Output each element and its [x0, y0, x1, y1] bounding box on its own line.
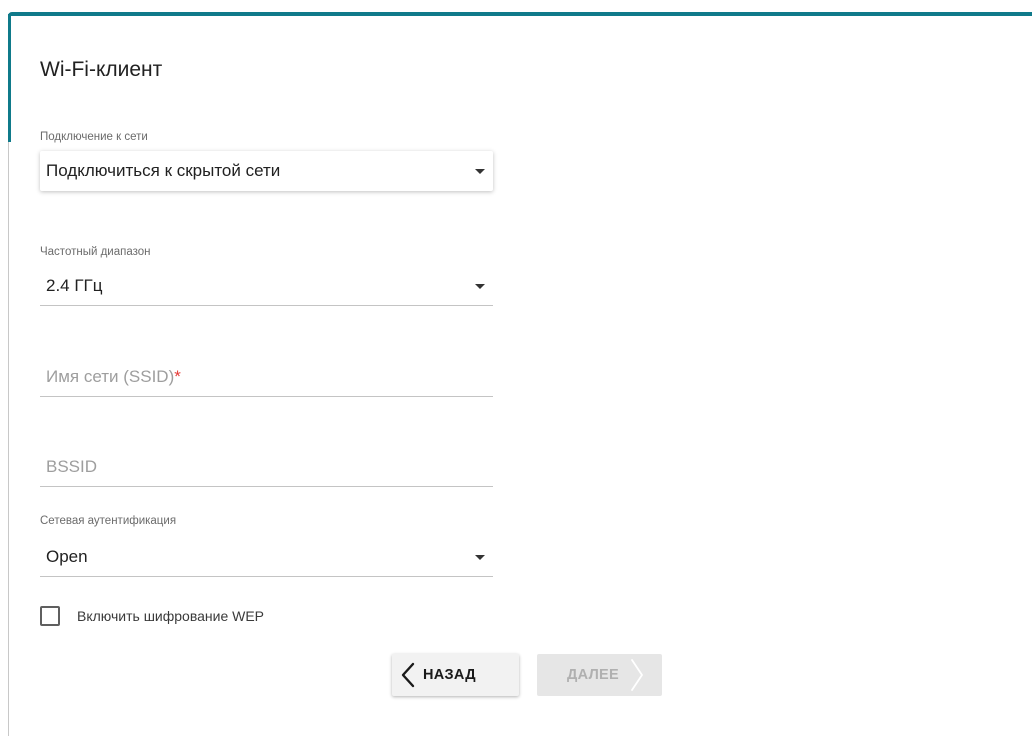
left-border — [8, 142, 9, 736]
bssid-placeholder: BSSID — [46, 456, 98, 476]
network-connection-select[interactable]: Подключиться к скрытой сети — [40, 151, 493, 191]
back-button-label: НАЗАД — [423, 667, 476, 683]
wep-checkbox-row[interactable]: Включить шифрование WEP — [40, 606, 264, 626]
caret-down-icon — [475, 169, 485, 174]
accent-left-bar — [8, 14, 11, 142]
wep-checkbox-label: Включить шифрование WEP — [77, 608, 265, 624]
frequency-band-label: Частотный диапазон — [40, 246, 151, 258]
next-button-label: ДАЛЕЕ — [567, 667, 619, 683]
accent-top-bar — [8, 12, 1032, 16]
network-connection-value: Подключиться к скрытой сети — [46, 161, 281, 180]
bssid-input[interactable]: BSSID — [40, 447, 493, 487]
caret-down-icon — [475, 554, 485, 560]
wep-checkbox[interactable] — [40, 606, 60, 626]
authentication-value: Open — [46, 546, 88, 566]
chevron-left-icon — [400, 662, 416, 688]
frequency-band-value: 2.4 ГГц — [46, 275, 103, 295]
back-button[interactable]: НАЗАД — [392, 654, 519, 696]
authentication-label: Сетевая аутентификация — [40, 515, 177, 527]
wifi-client-page: Wi-Fi-клиент Подключение к сети Подключи… — [0, 0, 1032, 736]
authentication-select[interactable]: Open — [40, 537, 493, 577]
network-connection-label: Подключение к сети — [40, 131, 148, 143]
ssid-input[interactable]: Имя сети (SSID) * — [40, 357, 493, 397]
frequency-band-select[interactable]: 2.4 ГГц — [40, 266, 493, 306]
caret-down-icon — [475, 283, 485, 289]
required-star: * — [174, 366, 181, 386]
ssid-placeholder: Имя сети (SSID) — [46, 366, 175, 386]
page-title: Wi-Fi-клиент — [40, 58, 163, 81]
next-button[interactable]: ДАЛЕЕ — [537, 654, 662, 696]
chevron-right-icon — [629, 658, 645, 692]
